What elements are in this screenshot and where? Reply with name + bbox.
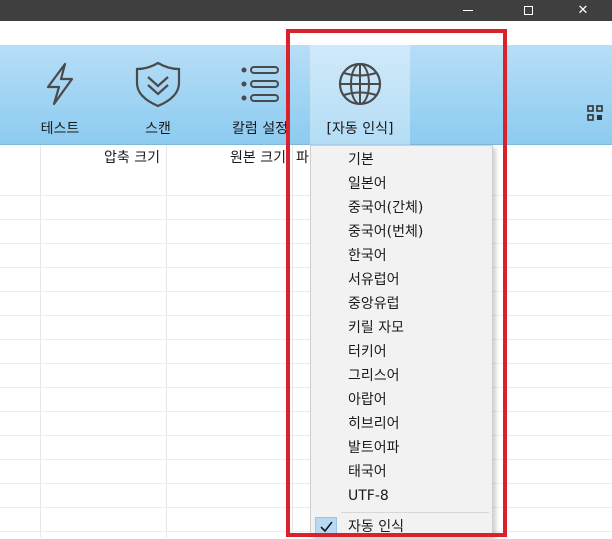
menu-item-label: 터키어: [348, 344, 387, 360]
row-divider: [0, 339, 612, 340]
menu-item-label: 그리스어: [348, 368, 400, 384]
menu-item-korean[interactable]: 한국어: [311, 244, 492, 268]
row-divider: [0, 435, 612, 436]
auto-detect-label: [자동 인식]: [326, 121, 394, 137]
maximize-button[interactable]: [505, 0, 551, 21]
list-icon: [241, 66, 279, 102]
scan-label: 스캔: [145, 121, 171, 137]
grid-icon[interactable]: [587, 105, 603, 121]
test-button[interactable]: 테스트: [10, 45, 110, 145]
menu-item-label: 자동 인식: [348, 519, 404, 535]
menu-item-chinese-traditional[interactable]: 중국어(번체): [311, 220, 492, 244]
row-divider: [0, 195, 612, 196]
menu-item-label: 중국어(간체): [348, 200, 424, 216]
menu-item-label: 중국어(번체): [348, 224, 424, 240]
row-divider: [0, 363, 612, 364]
close-button[interactable]: ✕: [560, 0, 606, 21]
scan-button[interactable]: 스캔: [108, 45, 208, 145]
menu-item-default[interactable]: 기본: [311, 148, 492, 172]
column-header-compressed-size[interactable]: 압축 크기: [40, 145, 160, 171]
menu-item-label: 아랍어: [348, 392, 387, 408]
column-divider: [40, 145, 41, 537]
menu-item-label: 키릴 자모: [348, 320, 404, 336]
checkmark-icon: [320, 521, 333, 533]
menu-item-central-european[interactable]: 중앙유럽: [311, 292, 492, 316]
row-divider: [0, 387, 612, 388]
menu-item-turkish[interactable]: 터키어: [311, 340, 492, 364]
menu-item-label: 한국어: [348, 248, 387, 264]
test-label: 테스트: [40, 121, 80, 137]
menu-item-hebrew[interactable]: 히브리어: [311, 412, 492, 436]
row-divider: [0, 483, 612, 484]
menu-item-thai[interactable]: 태국어: [311, 460, 492, 484]
auto-detect-button[interactable]: [자동 인식]: [310, 45, 410, 145]
column-settings-label: 칼럼 설정: [232, 121, 288, 137]
column-settings-button[interactable]: 칼럼 설정: [210, 45, 310, 145]
row-divider: [0, 243, 612, 244]
row-divider: [0, 507, 612, 508]
menu-item-label: 히브리어: [348, 416, 400, 432]
column-divider: [166, 145, 167, 537]
menu-item-baltic[interactable]: 발트어파: [311, 436, 492, 460]
lightning-icon: [46, 62, 74, 106]
row-divider: [0, 531, 612, 532]
row-divider: [0, 291, 612, 292]
maximize-icon: [523, 6, 533, 15]
menu-item-arabic[interactable]: 아랍어: [311, 388, 492, 412]
row-divider: [0, 267, 612, 268]
menu-separator: [341, 512, 489, 513]
toolbar: 테스트 스캔 칼럼 설정 [자동 인식]: [0, 45, 612, 145]
menu-item-auto-detect[interactable]: 자동 인식: [311, 515, 492, 539]
menu-item-cyrillic[interactable]: 키릴 자모: [311, 316, 492, 340]
minimize-button[interactable]: [445, 0, 491, 21]
title-bar: ✕: [0, 0, 612, 21]
menu-item-label: 일본어: [348, 176, 387, 192]
menu-item-label: 태국어: [348, 464, 387, 480]
encoding-menu: 기본 일본어 중국어(간체) 중국어(번체) 한국어 서유럽어 중앙유럽 키릴 …: [310, 145, 493, 537]
globe-icon: [338, 62, 382, 106]
row-divider: [0, 411, 612, 412]
menu-item-label: 기본: [348, 152, 374, 168]
menu-item-label: UTF-8: [348, 488, 389, 504]
file-table: 압축 크기 원본 크기 파: [0, 145, 612, 537]
close-icon: ✕: [577, 3, 589, 18]
menu-item-western-european[interactable]: 서유럽어: [311, 268, 492, 292]
column-divider: [292, 145, 293, 537]
menu-item-label: 중앙유럽: [348, 296, 400, 312]
menu-item-utf8[interactable]: UTF-8: [311, 484, 492, 508]
menu-item-chinese-simplified[interactable]: 중국어(간체): [311, 196, 492, 220]
row-divider: [0, 459, 612, 460]
minimize-icon: [463, 10, 473, 11]
menu-item-greek[interactable]: 그리스어: [311, 364, 492, 388]
menu-item-label: 발트어파: [348, 440, 400, 456]
menu-item-japanese[interactable]: 일본어: [311, 172, 492, 196]
shield-chevron-icon: [135, 61, 181, 108]
check-indicator: [315, 517, 337, 537]
menu-item-label: 서유럽어: [348, 272, 400, 288]
row-divider: [0, 219, 612, 220]
column-header-original-size[interactable]: 원본 크기: [166, 145, 286, 171]
menu-strip: [0, 21, 612, 45]
row-divider: [0, 315, 612, 316]
